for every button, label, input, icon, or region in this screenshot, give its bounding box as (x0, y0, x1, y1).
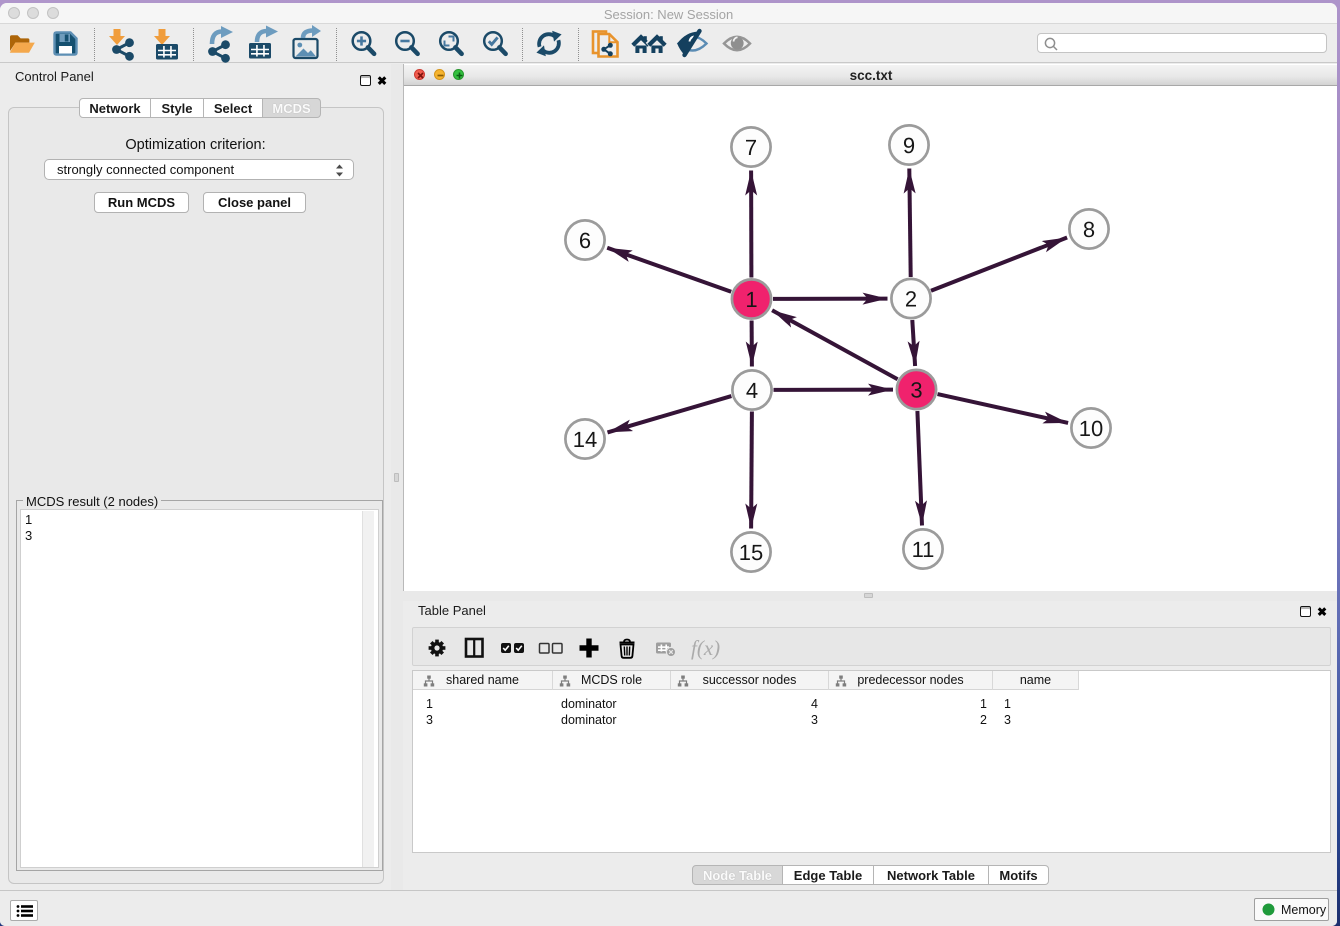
svg-text:3: 3 (910, 378, 922, 403)
svg-text:10: 10 (1079, 416, 1103, 441)
svg-text:8: 8 (1083, 217, 1095, 242)
svg-text:6: 6 (579, 228, 591, 253)
svg-text:2: 2 (905, 287, 917, 312)
svg-text:14: 14 (573, 427, 597, 452)
svg-text:7: 7 (745, 135, 757, 160)
svg-text:1: 1 (745, 287, 757, 312)
svg-text:11: 11 (912, 537, 935, 562)
svg-text:15: 15 (739, 540, 763, 565)
svg-text:9: 9 (903, 133, 915, 158)
svg-text:4: 4 (746, 378, 758, 403)
svg-text:f(x): f(x) (691, 636, 720, 660)
